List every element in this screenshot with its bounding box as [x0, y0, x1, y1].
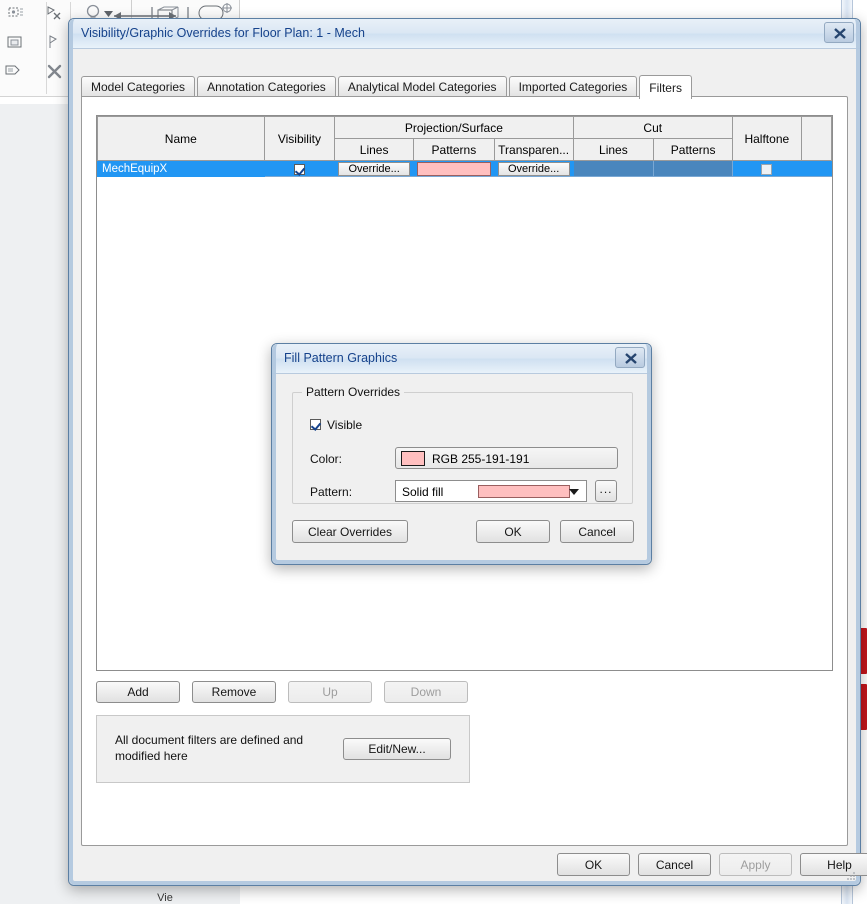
pattern-overrides-group-title: Pattern Overrides	[302, 385, 405, 399]
fill-pattern-body: Pattern Overrides Visible Color: RGB 255…	[272, 374, 651, 564]
ribbon-panel-label: Vie	[157, 892, 173, 904]
col-header-projection-patterns[interactable]: Patterns	[412, 138, 495, 161]
col-header-cut-lines[interactable]: Lines	[572, 138, 655, 161]
pattern-overrides-group: Pattern Overrides Visible Color: RGB 255…	[292, 385, 633, 504]
pattern-combobox[interactable]: Solid fill	[395, 480, 587, 502]
tab-imported-categories[interactable]: Imported Categories	[508, 76, 638, 97]
color-swatch	[401, 451, 425, 466]
resize-grip-icon[interactable]	[845, 871, 856, 882]
projection-lines-override-button[interactable]: Override...	[338, 161, 410, 176]
col-header-cut-patterns[interactable]: Patterns	[653, 138, 733, 161]
fill-pattern-graphics-dialog: Fill Pattern Graphics Pattern Overrides …	[271, 343, 652, 565]
row-transparency-cell[interactable]: Override...	[493, 160, 574, 177]
delete-x-icon[interactable]	[44, 62, 66, 80]
row-cut-patterns-cell[interactable]	[653, 160, 733, 177]
hide-element-icon[interactable]	[44, 4, 64, 22]
row-projection-lines-cell[interactable]: Override...	[334, 160, 414, 177]
filters-note-box: All document filters are defined and mod…	[96, 715, 470, 783]
filters-table: Name Visibility Projection/Surface Cut H…	[97, 116, 833, 177]
help-button[interactable]: Help	[800, 853, 867, 876]
section-box-icon[interactable]	[6, 34, 26, 50]
row-spacer-cell	[800, 160, 833, 177]
up-button[interactable]: Up	[288, 681, 372, 703]
pattern-label: Pattern:	[310, 485, 353, 499]
visible-label: Visible	[327, 418, 363, 432]
add-button[interactable]: Add	[96, 681, 180, 703]
row-filter-name[interactable]: MechEquipX	[97, 160, 265, 177]
chevron-down-icon[interactable]	[569, 489, 579, 495]
fill-pattern-title: Fill Pattern Graphics	[284, 351, 398, 365]
col-header-transparency[interactable]: Transparen...	[493, 138, 574, 161]
pattern-browse-button[interactable]: ...	[595, 480, 617, 502]
tab-annotation-categories[interactable]: Annotation Categories	[197, 76, 336, 97]
close-icon[interactable]	[615, 347, 645, 368]
dialog-titlebar[interactable]: Visibility/Graphic Overrides for Floor P…	[69, 19, 860, 49]
color-value: RGB 255-191-191	[432, 452, 530, 466]
tabstrip: Model Categories Annotation Categories A…	[81, 75, 694, 99]
pattern-swatch	[478, 485, 570, 498]
transparency-override-button[interactable]: Override...	[497, 161, 570, 176]
dialog-title: Visibility/Graphic Overrides for Floor P…	[81, 26, 365, 40]
pattern-value: Solid fill	[402, 485, 444, 499]
fill-pattern-titlebar[interactable]: Fill Pattern Graphics	[272, 344, 651, 374]
col-header-halftone[interactable]: Halftone	[732, 116, 802, 161]
col-header-visibility[interactable]: Visibility	[263, 116, 336, 161]
remove-button[interactable]: Remove	[192, 681, 276, 703]
visibility-checkbox[interactable]	[293, 163, 305, 175]
fill-pattern-ok-button[interactable]: OK	[476, 520, 550, 543]
clear-overrides-button[interactable]: Clear Overrides	[292, 520, 408, 543]
col-header-name[interactable]: Name	[97, 116, 265, 161]
tab-filters[interactable]: Filters	[639, 75, 692, 99]
revision-mark-1	[860, 628, 867, 674]
ok-button[interactable]: OK	[557, 853, 630, 876]
row-cut-lines-cell[interactable]	[572, 160, 655, 177]
close-icon[interactable]	[824, 22, 854, 43]
col-header-projection-surface[interactable]: Projection/Surface	[334, 116, 574, 139]
revision-mark-2	[860, 684, 867, 730]
visible-checkbox[interactable]	[310, 419, 321, 430]
col-header-spacer	[800, 116, 833, 161]
tab-model-categories[interactable]: Model Categories	[81, 76, 196, 97]
color-label: Color:	[310, 452, 343, 466]
row-halftone-cell[interactable]	[732, 160, 802, 177]
table-row[interactable]: MechEquipX Override... Override...	[97, 160, 833, 177]
row-visibility-cell[interactable]	[263, 160, 336, 177]
cancel-button[interactable]: Cancel	[638, 853, 711, 876]
filters-note-text: All document filters are defined and mod…	[115, 733, 304, 763]
row-projection-patterns-cell[interactable]	[412, 160, 495, 177]
col-header-cut[interactable]: Cut	[572, 116, 733, 139]
tab-analytical-model-categories[interactable]: Analytical Model Categories	[337, 76, 507, 97]
color-field[interactable]: RGB 255-191-191	[395, 447, 618, 469]
fill-pattern-cancel-button[interactable]: Cancel	[560, 520, 634, 543]
edit-new-button[interactable]: Edit/New...	[343, 738, 451, 760]
projection-patterns-swatch[interactable]	[416, 161, 491, 176]
halftone-checkbox[interactable]	[761, 163, 773, 175]
down-button[interactable]: Down	[384, 681, 468, 703]
pin-icon[interactable]	[46, 34, 64, 50]
tag-icon[interactable]	[4, 62, 24, 78]
col-header-projection-lines[interactable]: Lines	[334, 138, 414, 161]
apply-button[interactable]: Apply	[719, 853, 792, 876]
visibility-graphics-icon[interactable]	[6, 5, 24, 21]
